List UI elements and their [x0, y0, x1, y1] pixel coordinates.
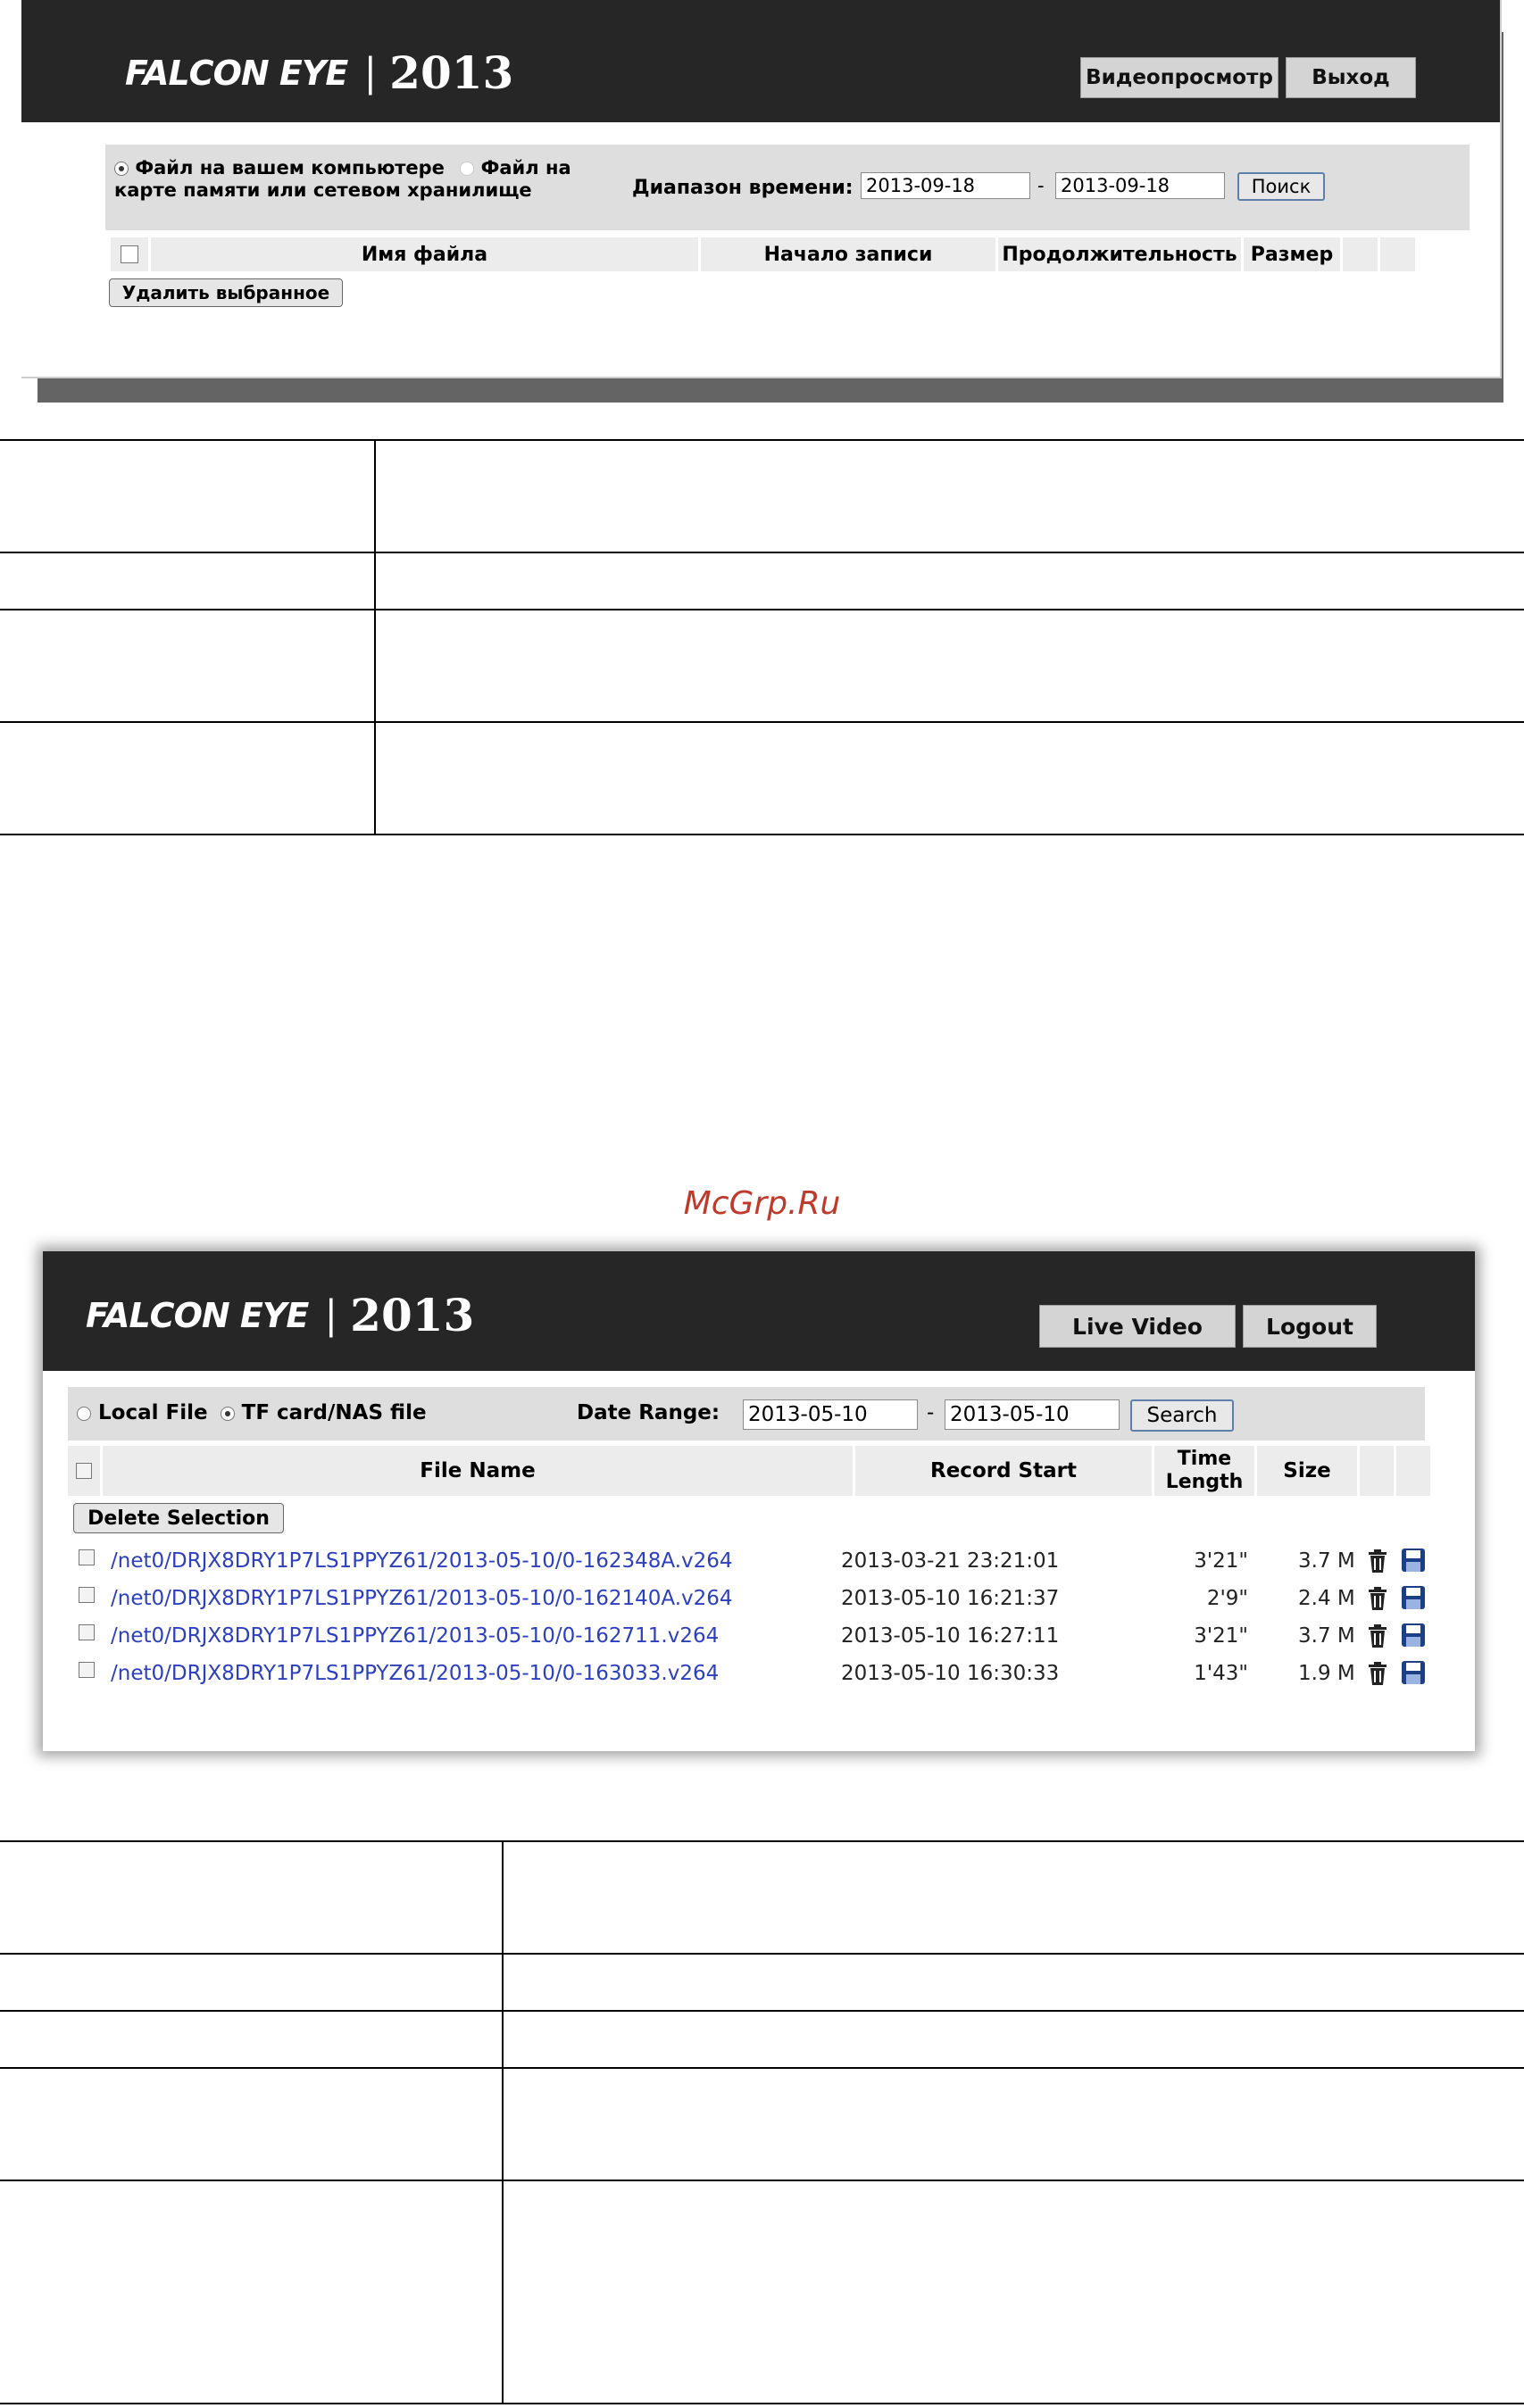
logo-brand: FALCON EYE — [125, 53, 348, 93]
record-start: 2013-05-10 16:27:11 — [841, 1624, 1060, 1648]
column-action-1 — [1360, 1446, 1394, 1496]
date-to-input[interactable]: 2013-09-18 — [1055, 172, 1225, 199]
logo-year: 2013 — [389, 46, 514, 99]
watermark: McGrp.Ru — [683, 1185, 841, 1222]
file-name-link[interactable]: /net0/DRJX8DRY1P7LS1PPYZ61/2013-05-10/0-… — [111, 1624, 719, 1648]
table-row[interactable]: /net0/DRJX8DRY1P7LS1PPYZ61/2013-05-10/0-… — [43, 1542, 1475, 1580]
column-record-start[interactable]: Начало записи — [701, 237, 995, 271]
column-action-2 — [1396, 1446, 1430, 1496]
file-size: 1.9 M — [1298, 1662, 1355, 1685]
delete-selection-button[interactable]: Удалить выбранное — [109, 278, 343, 307]
logo-separator: | — [324, 1292, 338, 1338]
trash-icon[interactable] — [1368, 1587, 1387, 1610]
date-range-label: Диапазон времени: — [632, 177, 854, 199]
trash-icon[interactable] — [1368, 1624, 1387, 1648]
top-screenshot: FALCON EYE | 2013 Видеопросмотр Выход Фа… — [21, 0, 1502, 378]
file-name-link[interactable]: /net0/DRJX8DRY1P7LS1PPYZ61/2013-05-10/0-… — [111, 1549, 733, 1573]
file-table-header: Имя файла Начало записи Продолжительност… — [111, 237, 1418, 271]
column-file-name[interactable]: Имя файла — [151, 237, 698, 271]
date-range-dash: - — [927, 1401, 935, 1424]
local-file-radio[interactable] — [77, 1406, 91, 1421]
live-video-button[interactable]: Live Video — [1039, 1305, 1236, 1348]
record-start: 2013-03-21 23:21:01 — [841, 1549, 1060, 1573]
logo-year: 2013 — [350, 1289, 475, 1341]
select-all-checkbox[interactable] — [121, 245, 138, 263]
date-range-dash: - — [1037, 175, 1045, 196]
table-row[interactable]: /net0/DRJX8DRY1P7LS1PPYZ61/2013-05-10/0-… — [43, 1617, 1475, 1655]
file-size: 3.7 M — [1298, 1624, 1355, 1648]
nas-file-radio[interactable] — [220, 1406, 235, 1421]
select-all-checkbox[interactable] — [76, 1463, 92, 1479]
source-selector: Файл на вашем компьютере Файл на карте п… — [114, 157, 587, 202]
table-row[interactable]: /net0/DRJX8DRY1P7LS1PPYZ61/2013-05-10/0-… — [43, 1655, 1475, 1692]
logout-button[interactable]: Выход — [1286, 57, 1416, 98]
search-toolbar: Local File TF card/NAS file Date Range: … — [68, 1387, 1425, 1441]
select-all-cell — [68, 1446, 100, 1496]
row-checkbox[interactable] — [79, 1549, 95, 1565]
trash-icon[interactable] — [1368, 1549, 1387, 1573]
trash-icon[interactable] — [1368, 1662, 1387, 1685]
time-length: 3'21" — [1194, 1549, 1248, 1573]
record-start: 2013-05-10 16:21:37 — [841, 1587, 1060, 1610]
column-record-start[interactable]: Record Start — [855, 1446, 1152, 1496]
logo-brand: FALCON EYE — [86, 1295, 309, 1335]
search-toolbar: Файл на вашем компьютере Файл на карте п… — [105, 145, 1470, 230]
search-button[interactable]: Search — [1130, 1399, 1234, 1432]
column-size[interactable]: Размер — [1244, 237, 1340, 271]
local-file-label: Файл на вашем компьютере — [135, 157, 445, 179]
app-header: FALCON EYE | 2013 Видеопросмотр Выход — [21, 0, 1500, 122]
column-action-2 — [1380, 237, 1415, 271]
column-time-length[interactable]: Продолжительность — [998, 237, 1241, 271]
bottom-screenshot: FALCON EYE | 2013 Live Video Logout Loca… — [43, 1251, 1475, 1751]
logo-separator: | — [363, 50, 378, 95]
row-checkbox[interactable] — [79, 1587, 95, 1603]
local-file-radio[interactable] — [114, 162, 129, 176]
file-name-link[interactable]: /net0/DRJX8DRY1P7LS1PPYZ61/2013-05-10/0-… — [111, 1662, 719, 1685]
column-file-name[interactable]: File Name — [103, 1446, 853, 1496]
row-checkbox[interactable] — [79, 1624, 95, 1640]
nas-file-radio[interactable] — [460, 162, 475, 176]
date-to-input[interactable]: 2013-05-10 — [945, 1399, 1120, 1430]
record-start: 2013-05-10 16:30:33 — [841, 1662, 1060, 1685]
file-table-header: File Name Record Start Time Length Size — [68, 1446, 1433, 1496]
select-all-cell — [111, 237, 148, 271]
live-video-button[interactable]: Видеопросмотр — [1080, 57, 1278, 98]
delete-selection-button[interactable]: Delete Selection — [73, 1503, 284, 1533]
falcon-eye-logo: FALCON EYE | 2013 — [86, 1289, 474, 1341]
column-action-1 — [1343, 237, 1378, 271]
time-length: 1'43" — [1194, 1662, 1248, 1685]
column-time-length[interactable]: Time Length — [1154, 1446, 1254, 1496]
search-button[interactable]: Поиск — [1237, 172, 1325, 201]
falcon-eye-logo: FALCON EYE | 2013 — [125, 46, 513, 99]
date-range-label: Date Range: — [577, 1401, 720, 1424]
local-file-label: Local File — [98, 1401, 208, 1424]
floppy-disk-icon[interactable] — [1402, 1586, 1425, 1609]
nas-file-label: TF card/NAS file — [241, 1401, 427, 1424]
date-from-input[interactable]: 2013-05-10 — [743, 1399, 918, 1430]
date-from-input[interactable]: 2013-09-18 — [861, 172, 1030, 199]
description-table-2 — [0, 1840, 1524, 2404]
file-name-link[interactable]: /net0/DRJX8DRY1P7LS1PPYZ61/2013-05-10/0-… — [111, 1587, 733, 1610]
column-size[interactable]: Size — [1257, 1446, 1357, 1496]
floppy-disk-icon[interactable] — [1402, 1661, 1425, 1684]
floppy-disk-icon[interactable] — [1402, 1549, 1425, 1572]
logout-button[interactable]: Logout — [1243, 1305, 1377, 1348]
description-table-1 — [0, 439, 1524, 835]
table-row[interactable]: /net0/DRJX8DRY1P7LS1PPYZ61/2013-05-10/0-… — [43, 1580, 1475, 1617]
file-size: 3.7 M — [1298, 1549, 1355, 1573]
app-header: FALCON EYE | 2013 Live Video Logout — [43, 1251, 1475, 1371]
floppy-disk-icon[interactable] — [1402, 1623, 1425, 1647]
row-checkbox[interactable] — [79, 1662, 95, 1678]
time-length: 2'9" — [1206, 1587, 1248, 1610]
source-selector: Local File TF card/NAS file — [77, 1401, 427, 1424]
file-size: 2.4 M — [1298, 1587, 1355, 1610]
time-length: 3'21" — [1194, 1624, 1248, 1648]
